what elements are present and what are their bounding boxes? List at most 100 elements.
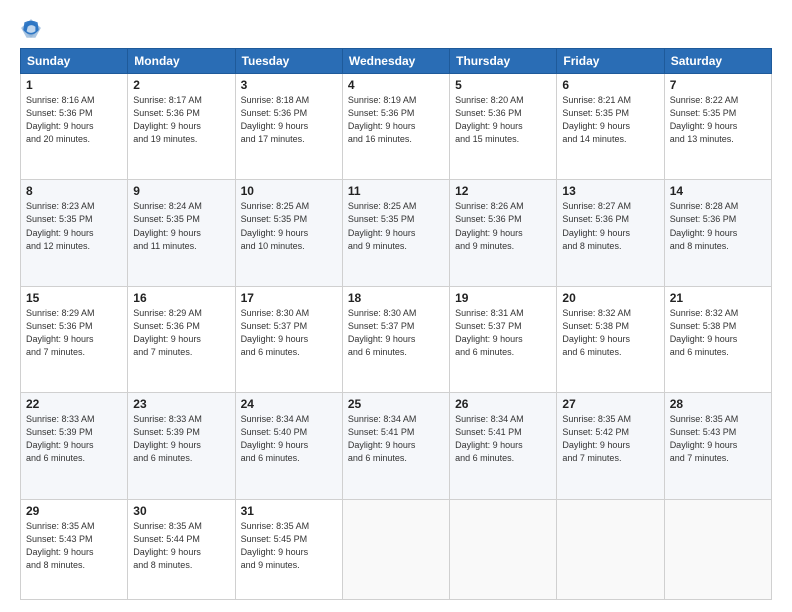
calendar-cell: 25 Sunrise: 8:34 AMSunset: 5:41 PMDayligh… [342,393,449,499]
day-number: 21 [670,291,766,305]
day-info: Sunrise: 8:25 AMSunset: 5:35 PMDaylight:… [348,200,444,252]
calendar-cell: 2 Sunrise: 8:17 AMSunset: 5:36 PMDaylight… [128,74,235,180]
calendar-cell: 31 Sunrise: 8:35 AMSunset: 5:45 PMDayligh… [235,499,342,599]
calendar-cell: 8 Sunrise: 8:23 AMSunset: 5:35 PMDaylight… [21,180,128,286]
day-number: 26 [455,397,551,411]
day-number: 31 [241,504,337,518]
day-number: 1 [26,78,122,92]
day-number: 15 [26,291,122,305]
calendar-cell: 13Sunrise: 8:27 AMSunset: 5:36 PMDayligh… [557,180,664,286]
calendar-cell: 19 Sunrise: 8:31 AMSunset: 5:37 PMDayligh… [450,286,557,392]
day-number: 20 [562,291,658,305]
calendar-cell: 20Sunrise: 8:32 AMSunset: 5:38 PMDayligh… [557,286,664,392]
day-info: Sunrise: 8:25 AMSunset: 5:35 PMDaylight:… [241,200,337,252]
day-info: Sunrise: 8:34 AMSunset: 5:41 PMDaylight:… [455,413,551,465]
calendar-cell [342,499,449,599]
calendar-week-row: 15 Sunrise: 8:29 AMSunset: 5:36 PMDayligh… [21,286,772,392]
day-number: 17 [241,291,337,305]
day-info: Sunrise: 8:29 AMSunset: 5:36 PMDaylight:… [133,307,229,359]
calendar-cell: 11 Sunrise: 8:25 AMSunset: 5:35 PMDayligh… [342,180,449,286]
day-info: Sunrise: 8:35 AMSunset: 5:45 PMDaylight:… [241,520,337,572]
calendar-cell: 5 Sunrise: 8:20 AMSunset: 5:36 PMDaylight… [450,74,557,180]
day-number: 3 [241,78,337,92]
col-thursday: Thursday [450,49,557,74]
calendar-cell: 30 Sunrise: 8:35 AMSunset: 5:44 PMDayligh… [128,499,235,599]
calendar-cell: 6 Sunrise: 8:21 AMSunset: 5:35 PMDaylight… [557,74,664,180]
calendar-cell: 26 Sunrise: 8:34 AMSunset: 5:41 PMDayligh… [450,393,557,499]
day-number: 11 [348,184,444,198]
day-info: Sunrise: 8:21 AMSunset: 5:35 PMDaylight:… [562,94,658,146]
calendar-cell: 10 Sunrise: 8:25 AMSunset: 5:35 PMDayligh… [235,180,342,286]
day-info: Sunrise: 8:32 AMSunset: 5:38 PMDaylight:… [670,307,766,359]
calendar-cell: 28Sunrise: 8:35 AMSunset: 5:43 PMDayligh… [664,393,771,499]
day-number: 19 [455,291,551,305]
day-info: Sunrise: 8:35 AMSunset: 5:43 PMDaylight:… [26,520,122,572]
calendar-cell: 27 Sunrise: 8:35 AMSunset: 5:42 PMDayligh… [557,393,664,499]
calendar-cell: 22 Sunrise: 8:33 AMSunset: 5:39 PMDayligh… [21,393,128,499]
calendar-cell: 1 Sunrise: 8:16 AMSunset: 5:36 PMDaylight… [21,74,128,180]
calendar-cell: 12 Sunrise: 8:26 AMSunset: 5:36 PMDayligh… [450,180,557,286]
day-info: Sunrise: 8:22 AMSunset: 5:35 PMDaylight:… [670,94,766,146]
calendar-week-row: 22 Sunrise: 8:33 AMSunset: 5:39 PMDayligh… [21,393,772,499]
day-info: Sunrise: 8:33 AMSunset: 5:39 PMDaylight:… [133,413,229,465]
day-number: 24 [241,397,337,411]
day-number: 30 [133,504,229,518]
day-info: Sunrise: 8:18 AMSunset: 5:36 PMDaylight:… [241,94,337,146]
day-number: 8 [26,184,122,198]
day-number: 10 [241,184,337,198]
day-info: Sunrise: 8:19 AMSunset: 5:36 PMDaylight:… [348,94,444,146]
day-info: Sunrise: 8:35 AMSunset: 5:44 PMDaylight:… [133,520,229,572]
day-info: Sunrise: 8:35 AMSunset: 5:42 PMDaylight:… [562,413,658,465]
day-info: Sunrise: 8:28 AMSunset: 5:36 PMDaylight:… [670,200,766,252]
day-number: 13 [562,184,658,198]
day-number: 6 [562,78,658,92]
calendar-cell: 4 Sunrise: 8:19 AMSunset: 5:36 PMDaylight… [342,74,449,180]
day-number: 27 [562,397,658,411]
calendar-header-row: Sunday Monday Tuesday Wednesday Thursday… [21,49,772,74]
calendar-cell [450,499,557,599]
day-info: Sunrise: 8:29 AMSunset: 5:36 PMDaylight:… [26,307,122,359]
day-number: 4 [348,78,444,92]
day-number: 23 [133,397,229,411]
day-info: Sunrise: 8:33 AMSunset: 5:39 PMDaylight:… [26,413,122,465]
day-number: 12 [455,184,551,198]
day-info: Sunrise: 8:31 AMSunset: 5:37 PMDaylight:… [455,307,551,359]
day-number: 29 [26,504,122,518]
calendar-cell: 9Sunrise: 8:24 AMSunset: 5:35 PMDaylight… [128,180,235,286]
calendar-cell: 29 Sunrise: 8:35 AMSunset: 5:43 PMDayligh… [21,499,128,599]
day-info: Sunrise: 8:16 AMSunset: 5:36 PMDaylight:… [26,94,122,146]
day-info: Sunrise: 8:17 AMSunset: 5:36 PMDaylight:… [133,94,229,146]
day-info: Sunrise: 8:23 AMSunset: 5:35 PMDaylight:… [26,200,122,252]
page: Sunday Monday Tuesday Wednesday Thursday… [0,0,792,612]
day-number: 7 [670,78,766,92]
header [20,18,772,40]
day-info: Sunrise: 8:26 AMSunset: 5:36 PMDaylight:… [455,200,551,252]
calendar-week-row: 29 Sunrise: 8:35 AMSunset: 5:43 PMDayligh… [21,499,772,599]
day-number: 25 [348,397,444,411]
day-info: Sunrise: 8:20 AMSunset: 5:36 PMDaylight:… [455,94,551,146]
day-number: 28 [670,397,766,411]
col-saturday: Saturday [664,49,771,74]
day-number: 2 [133,78,229,92]
logo-icon [20,18,42,40]
calendar-cell [664,499,771,599]
day-number: 5 [455,78,551,92]
calendar-cell: 3 Sunrise: 8:18 AMSunset: 5:36 PMDaylight… [235,74,342,180]
day-number: 9 [133,184,229,198]
calendar-cell: 24Sunrise: 8:34 AMSunset: 5:40 PMDayligh… [235,393,342,499]
day-number: 22 [26,397,122,411]
day-number: 16 [133,291,229,305]
calendar-cell: 18 Sunrise: 8:30 AMSunset: 5:37 PMDayligh… [342,286,449,392]
col-wednesday: Wednesday [342,49,449,74]
day-info: Sunrise: 8:34 AMSunset: 5:41 PMDaylight:… [348,413,444,465]
day-info: Sunrise: 8:30 AMSunset: 5:37 PMDaylight:… [348,307,444,359]
col-monday: Monday [128,49,235,74]
calendar-cell: 16 Sunrise: 8:29 AMSunset: 5:36 PMDayligh… [128,286,235,392]
day-info: Sunrise: 8:30 AMSunset: 5:37 PMDaylight:… [241,307,337,359]
calendar-cell: 23 Sunrise: 8:33 AMSunset: 5:39 PMDayligh… [128,393,235,499]
day-number: 18 [348,291,444,305]
logo [20,18,46,40]
calendar-cell: 17 Sunrise: 8:30 AMSunset: 5:37 PMDayligh… [235,286,342,392]
col-sunday: Sunday [21,49,128,74]
col-tuesday: Tuesday [235,49,342,74]
